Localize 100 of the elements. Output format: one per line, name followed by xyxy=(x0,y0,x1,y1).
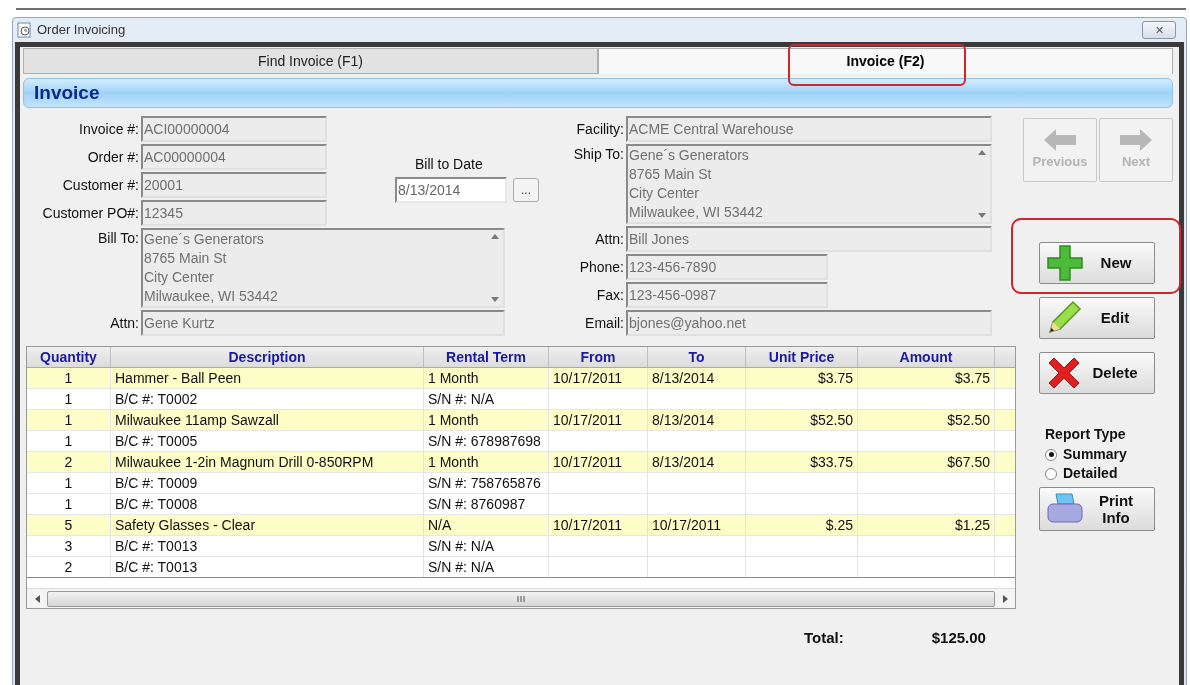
column-header[interactable]: To xyxy=(648,347,746,367)
text-field[interactable]: 12345 xyxy=(141,200,327,226)
table-cell: 1 xyxy=(64,433,73,449)
text-field[interactable]: ACI00000004 xyxy=(141,116,327,142)
table-cell: 10/17/2011 xyxy=(553,412,623,428)
tab[interactable]: Invoice (F2) xyxy=(598,48,1173,74)
table-cell: 2 xyxy=(64,559,73,575)
field-label: Attn: xyxy=(109,313,139,333)
scroll-left-icon[interactable] xyxy=(34,594,40,603)
field-label: Customer #: xyxy=(61,175,139,195)
right-arrow-icon xyxy=(1118,128,1154,153)
column-header[interactable]: From xyxy=(549,347,648,367)
table-cell: 10/17/2011 xyxy=(652,517,722,533)
table-cell: Hammer - Ball Peen xyxy=(115,370,242,386)
action-button[interactable]: Delete xyxy=(1039,352,1155,394)
address-line: City Center xyxy=(629,184,701,203)
report-type-label: Report Type xyxy=(1045,425,1127,444)
left-arrow-icon xyxy=(1042,128,1078,153)
address-field[interactable]: Gene´s Generators 8765 Main St City Center Milwaukee, WI 53442 xyxy=(141,228,505,308)
field-label: Bill To: xyxy=(97,229,139,248)
grip-icon xyxy=(517,594,525,603)
tab[interactable]: Find Invoice (F1) xyxy=(23,48,598,74)
table-cell: B/C #: T0013 xyxy=(115,559,198,575)
table-cell: Milwaukee 1-2in Magnum Drill 0-850RPM xyxy=(115,454,374,470)
field-label: Facility: xyxy=(575,119,624,139)
close-button[interactable]: ✕ xyxy=(1142,21,1176,39)
text-field[interactable]: Bill Jones xyxy=(626,226,992,252)
clock-document-icon xyxy=(17,22,33,38)
scroll-up-icon[interactable] xyxy=(491,234,499,239)
total-value: $125.00 xyxy=(931,628,986,648)
table-cell: 10/17/2011 xyxy=(553,517,623,533)
table-cell: 1 xyxy=(64,496,73,512)
text-field[interactable]: bjones@yahoo.net xyxy=(626,310,992,336)
table-cell: $52.50 xyxy=(947,412,990,428)
table-cell: 1 Month xyxy=(428,370,479,386)
address-line: Milwaukee, WI 53442 xyxy=(629,203,764,222)
address-line: 8765 Main St xyxy=(144,249,228,268)
table-cell: 1 xyxy=(64,370,73,386)
table-cell: 3 xyxy=(64,538,73,554)
table-cell: B/C #: T0009 xyxy=(115,475,198,491)
section-header: Invoice xyxy=(23,78,1173,108)
table-cell: S/N #: N/A xyxy=(428,391,495,407)
table-cell: 10/17/2011 xyxy=(553,454,623,470)
scroll-up-icon[interactable] xyxy=(978,150,986,155)
field-label: Email: xyxy=(584,313,624,333)
date-field[interactable]: 8/13/2014 xyxy=(395,177,507,203)
table-cell: B/C #: T0008 xyxy=(115,496,198,512)
table-cell: 1 xyxy=(64,391,73,407)
field-label: Invoice #: xyxy=(78,119,139,139)
scrollbar-thumb[interactable] xyxy=(47,590,995,607)
table-cell: $67.50 xyxy=(947,454,990,470)
column-header[interactable]: Amount xyxy=(858,347,995,367)
column-header[interactable]: Description xyxy=(111,347,424,367)
column-header[interactable]: Quantity xyxy=(27,347,111,367)
table-cell: S/N #: 678987698 xyxy=(428,433,541,449)
table-cell: 8/13/2014 xyxy=(652,370,715,386)
table-cell: 1 xyxy=(64,475,73,491)
table-cell: $52.50 xyxy=(810,412,853,428)
field-label: Fax: xyxy=(595,285,624,305)
text-field[interactable]: AC00000004 xyxy=(141,144,327,170)
table-cell: $33.75 xyxy=(810,454,853,470)
address-field[interactable]: Gene´s Generators 8765 Main St City Center Milwaukee, WI 53442 xyxy=(626,144,992,224)
table-cell: N/A xyxy=(428,517,452,533)
text-field[interactable]: 123-456-7890 xyxy=(626,254,828,280)
text-field[interactable]: Gene Kurtz xyxy=(141,310,505,336)
plus-icon xyxy=(1046,244,1084,282)
table-cell: Milwaukee 11amp Sawzall xyxy=(115,412,279,428)
table-cell: S/N #: 758765876 xyxy=(428,475,541,491)
table-cell: 1 Month xyxy=(428,412,479,428)
text-field[interactable]: 20001 xyxy=(141,172,327,198)
table-cell: S/N #: 8760987 xyxy=(428,496,526,512)
table-cell: S/N #: N/A xyxy=(428,538,495,554)
printer-icon xyxy=(1046,492,1084,526)
address-line: City Center xyxy=(144,268,216,287)
action-button[interactable]: New xyxy=(1039,242,1155,284)
radio-button[interactable] xyxy=(1045,448,1057,461)
text-field[interactable]: ACME Central Warehouse xyxy=(626,116,992,142)
date-picker-button[interactable]: ... xyxy=(513,178,539,202)
scroll-right-icon[interactable] xyxy=(1002,594,1008,603)
radio-label: Detailed xyxy=(1063,464,1118,483)
scroll-down-icon[interactable] xyxy=(491,297,499,302)
table-cell: 10/17/2011 xyxy=(553,370,623,386)
address-line: Gene´s Generators xyxy=(629,146,750,165)
table-cell: S/N #: N/A xyxy=(428,559,495,575)
field-label: Customer PO#: xyxy=(41,203,139,223)
total-label: Total: xyxy=(804,628,844,648)
radio-label: Summary xyxy=(1063,445,1127,464)
text-field[interactable]: 123-456-0987 xyxy=(626,282,828,308)
field-label: Phone: xyxy=(578,257,624,277)
radio-button[interactable] xyxy=(1045,467,1057,480)
action-button[interactable]: Edit xyxy=(1039,297,1155,339)
table-cell: 5 xyxy=(64,517,73,533)
table-cell: Safety Glasses - Clear xyxy=(115,517,256,533)
print-button[interactable]: Print Info xyxy=(1039,487,1155,531)
column-header[interactable]: Unit Price xyxy=(746,347,858,367)
table-cell: 2 xyxy=(64,454,73,470)
scroll-down-icon[interactable] xyxy=(978,213,986,218)
table-cell: B/C #: T0013 xyxy=(115,538,198,554)
field-label: Order #: xyxy=(86,147,139,167)
column-header[interactable]: Rental Term xyxy=(424,347,549,367)
